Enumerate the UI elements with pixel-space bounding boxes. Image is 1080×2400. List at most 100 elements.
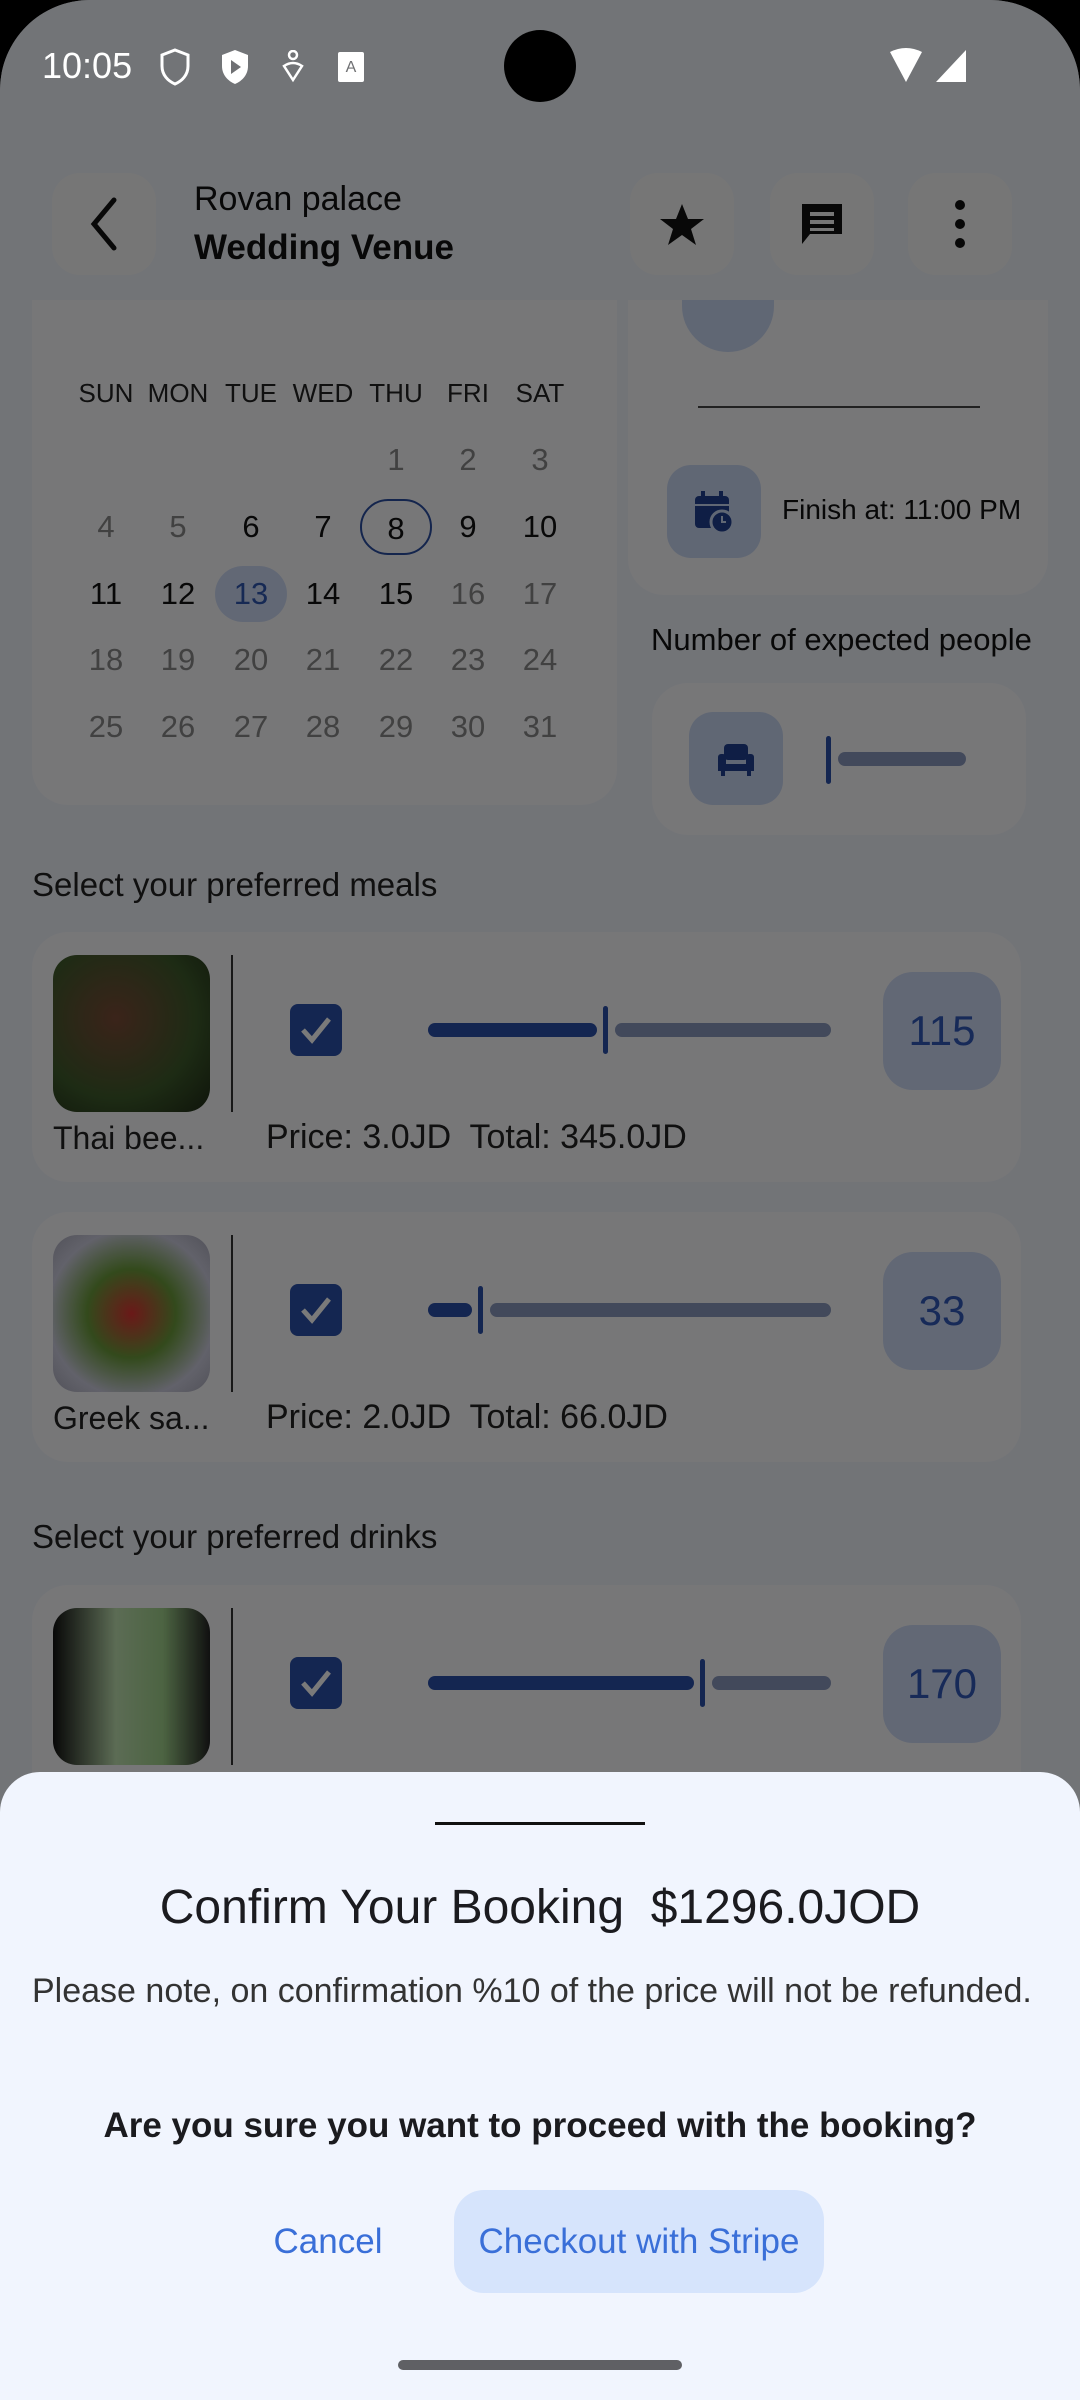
screen: Rovan palace Wedding Venue SUN MON TUE WED T…: [0, 0, 1080, 2400]
chat-button[interactable]: [770, 173, 874, 275]
slider-inactive-track[interactable]: [490, 1303, 831, 1317]
back-button[interactable]: [52, 173, 156, 275]
calendar-day: 3: [531, 442, 549, 477]
item-checkbox[interactable]: [290, 1284, 342, 1336]
total-value: Total: 66.0JD: [469, 1398, 668, 1436]
calendar-day: 18: [88, 642, 124, 677]
weekday-label: SAT: [515, 378, 565, 408]
check-icon: [301, 1297, 331, 1324]
calendar-day[interactable]: 8: [360, 499, 432, 555]
calendar-day[interactable]: 10: [504, 499, 576, 555]
dialog-question: Are you sure you want to proceed with th…: [103, 2106, 977, 2145]
camera-cutout: [504, 30, 576, 102]
calendar-day: 16: [450, 576, 486, 611]
calendar-day[interactable]: 15: [360, 566, 432, 622]
keyboard-a-icon: A: [338, 52, 364, 82]
venue-name: Rovan palace: [194, 180, 402, 218]
weekday-label: WED: [292, 378, 354, 408]
weekday-label: SUN: [78, 378, 134, 408]
svg-text:A: A: [346, 59, 357, 76]
confirm-booking-sheet: Confirm Your Booking $1296.0JOD Please n…: [0, 1772, 1080, 2400]
weekday-label: MON: [147, 378, 209, 408]
accessibility-icon: [282, 50, 304, 83]
calendar-day: 27: [233, 709, 269, 744]
calendar-day[interactable]: 11: [70, 566, 142, 622]
seat-icon-box: [689, 712, 783, 805]
weekday-label: FRI: [447, 378, 489, 408]
calendar-day[interactable]: 6: [215, 499, 287, 555]
dialog-note: Please note, on confirmation %10 of the …: [32, 1972, 1032, 2010]
calendar-day: 19: [160, 642, 196, 677]
slider-inactive-track[interactable]: [615, 1023, 831, 1037]
calendar-day: 29: [378, 709, 414, 744]
page-title: Wedding Venue: [194, 228, 454, 267]
calendar-day: 4: [97, 509, 115, 544]
checkout-stripe-button[interactable]: Checkout with Stripe: [454, 2190, 824, 2293]
calendar-day[interactable]: 7: [287, 499, 359, 555]
favorite-button[interactable]: [630, 173, 734, 275]
calendar-day: 24: [522, 642, 558, 677]
total-value: Total: 345.0JD: [469, 1118, 687, 1156]
calendar-day[interactable]: 13: [215, 566, 287, 622]
finish-time-button[interactable]: [667, 465, 761, 558]
people-label: Number of expected people: [651, 622, 1032, 657]
weekday-label: THU: [369, 378, 423, 408]
wifi-icon: [890, 48, 922, 82]
divider: [231, 1235, 233, 1392]
quantity-box[interactable]: 170: [883, 1625, 1001, 1743]
price-value: Price: 2.0JD: [266, 1398, 452, 1436]
meals-section-title: Select your preferred meals: [32, 866, 438, 903]
slider-inactive-track[interactable]: [712, 1676, 831, 1690]
drag-handle[interactable]: [435, 1822, 645, 1825]
check-icon: [301, 1017, 331, 1044]
calendar-day: 30: [450, 709, 486, 744]
chat-icon: [802, 204, 842, 244]
calendar-day: 17: [522, 576, 558, 611]
calendar-day: 28: [305, 709, 341, 744]
play-shield-icon: [222, 50, 248, 84]
status-time: 10:05: [42, 45, 133, 86]
quantity-box[interactable]: 115: [883, 972, 1001, 1090]
item-name: Thai bee...: [53, 1120, 205, 1156]
divider: [231, 1608, 233, 1765]
slider-thumb[interactable]: [700, 1659, 706, 1707]
dialog-title: Confirm Your Booking $1296.0JOD: [159, 1881, 921, 1934]
calendar-day: 21: [305, 642, 341, 677]
nav-gesture-bar[interactable]: [398, 2360, 682, 2370]
weekday-label: TUE: [225, 378, 277, 408]
drinks-section-title: Select your preferred drinks: [32, 1518, 438, 1555]
price-value: Price: 3.0JD: [266, 1118, 452, 1156]
quantity-box[interactable]: 33: [883, 1252, 1001, 1370]
slider-thumb[interactable]: [478, 1286, 484, 1334]
cancel-button[interactable]: Cancel: [248, 2190, 408, 2293]
calendar-day: 5: [169, 509, 187, 544]
item-checkbox[interactable]: [290, 1657, 342, 1709]
people-slider-thumb[interactable]: [826, 736, 831, 784]
more-button[interactable]: [908, 173, 1012, 275]
calendar-day[interactable]: 14: [287, 566, 359, 622]
people-slider-track[interactable]: [838, 752, 966, 766]
slider-active-track[interactable]: [428, 1676, 695, 1690]
divider: [231, 955, 233, 1112]
calendar-day[interactable]: 12: [142, 566, 214, 622]
item-price: Price: 2.0JD Total: 66.0JD: [266, 1398, 668, 1437]
item-image: [53, 955, 210, 1112]
calendar-day: 20: [233, 642, 269, 677]
calendar-day: 23: [450, 642, 486, 677]
calendar-day: 25: [88, 709, 124, 744]
item-image: [53, 1608, 210, 1765]
slider-active-track[interactable]: [428, 1303, 473, 1317]
slider-thumb[interactable]: [603, 1006, 609, 1054]
back-icon: [90, 197, 117, 251]
item-name: Greek sa...: [53, 1400, 210, 1436]
calendar-day[interactable]: 9: [432, 499, 504, 555]
divider: [698, 406, 980, 408]
star-icon: [660, 204, 704, 245]
item-checkbox[interactable]: [290, 1004, 342, 1056]
calendar-clock-icon: [695, 490, 735, 534]
calendar-day: 31: [522, 709, 558, 744]
slider-active-track[interactable]: [428, 1023, 598, 1037]
more-icon: [955, 200, 965, 248]
item-image: [53, 1235, 210, 1392]
check-icon: [301, 1670, 331, 1697]
